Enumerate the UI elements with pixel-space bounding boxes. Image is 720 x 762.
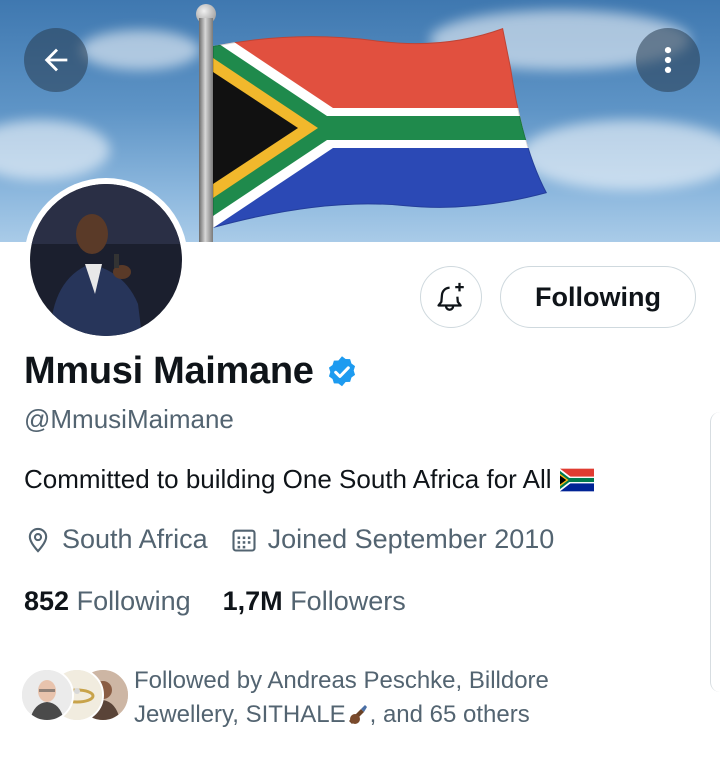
- mutual-follower-avatar: [20, 668, 74, 722]
- mutual-followers-avatars[interactable]: [20, 668, 132, 722]
- verified-badge-icon: [328, 355, 355, 386]
- notifications-button[interactable]: [420, 266, 482, 328]
- profile-name: Mmusi Maimane: [24, 350, 314, 392]
- location-text: South Africa: [62, 524, 208, 554]
- profile-avatar[interactable]: [24, 178, 188, 342]
- followers-count-link[interactable]: 1,7M Followers: [223, 586, 406, 617]
- calendar-icon: [232, 529, 256, 552]
- flagpole: [199, 18, 213, 242]
- followers-count: 1,7M: [222, 586, 283, 616]
- avatar-photo: [30, 184, 182, 336]
- south-africa-flag-image: [213, 28, 547, 228]
- following-count: 852: [24, 586, 70, 616]
- followed-by-line1: Followed by Andreas Peschke, Billdore: [134, 667, 549, 694]
- followers-label: Followers: [290, 586, 406, 616]
- more-options-button[interactable]: [636, 28, 700, 92]
- joined-text: Joined September 2010: [267, 524, 555, 554]
- side-panel-edge: [710, 412, 720, 692]
- bell-plus-icon: [437, 282, 464, 311]
- following-count-link[interactable]: 852 Following: [24, 586, 191, 617]
- following-label: Following: [76, 586, 191, 616]
- arrow-left-icon: [44, 48, 68, 72]
- back-button[interactable]: [24, 28, 88, 92]
- location: South Africa: [24, 524, 208, 555]
- more-vertical-icon: [664, 46, 672, 74]
- bio-text: Committed to building One South Africa f…: [24, 464, 552, 494]
- south-africa-flag-emoji: [559, 468, 594, 491]
- following-button[interactable]: Following: [500, 266, 696, 328]
- followed-by-text[interactable]: Followed by Andreas Peschke, Billdore Je…: [134, 664, 604, 732]
- writing-hand-emoji-icon: [348, 705, 367, 724]
- location-pin-icon: [28, 527, 48, 553]
- followed-by-line2: Jewellery, SITHALE: [134, 701, 346, 728]
- profile-bio: Committed to building One South Africa f…: [24, 464, 594, 495]
- join-date: Joined September 2010: [230, 524, 555, 555]
- profile-handle: @MmusiMaimane: [24, 404, 234, 434]
- followed-by-suffix: , and 65 others: [369, 701, 530, 728]
